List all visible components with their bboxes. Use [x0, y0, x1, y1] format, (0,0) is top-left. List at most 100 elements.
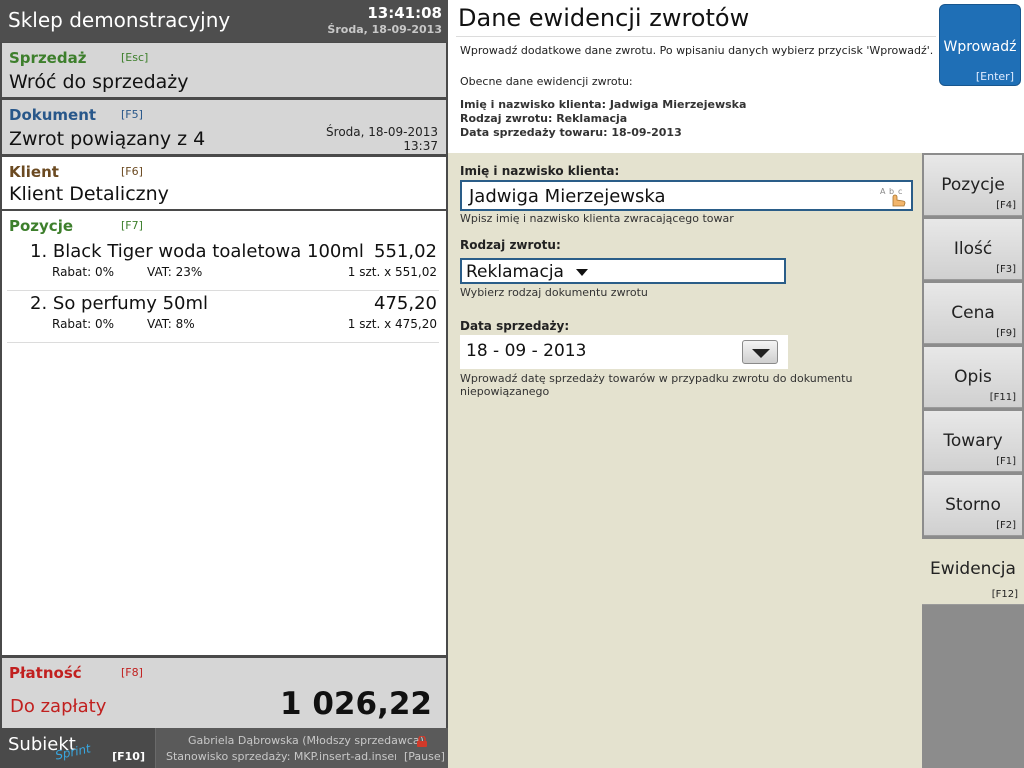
list-item[interactable]: 2. So perfumy 50ml 475,20 Rabat: 0% VAT:… — [7, 291, 439, 343]
name-hint: Wpisz imię i nazwisko klienta zwracające… — [460, 212, 734, 225]
shortcut-key: [F2] — [996, 520, 1016, 531]
section-caption: Sprzedaż — [9, 49, 87, 67]
chevron-down-icon — [752, 349, 770, 358]
item-vat: VAT: 23% — [147, 265, 203, 279]
document-time: 13:37 — [403, 139, 438, 153]
date-label: Data sprzedaży: — [460, 319, 570, 333]
tab-label: Ewidencja — [930, 559, 1016, 579]
tab-label: Storno — [945, 495, 1001, 515]
svg-text:b: b — [889, 187, 894, 196]
tab-label: Ilość — [953, 239, 993, 259]
shortcut-key: [F11] — [989, 392, 1016, 403]
info-line: Imię i nazwisko klienta: Jadwiga Mierzej… — [460, 98, 747, 111]
section-caption: Płatność — [9, 664, 82, 682]
info-line: Data sprzedaży towaru: 18-09-2013 — [460, 126, 682, 139]
sale-date-picker[interactable]: 18 - 09 - 2013 — [460, 335, 788, 369]
left-panel: Sklep demonstracyjny 13:41:08 Środa, 18-… — [0, 0, 448, 768]
tab-cena[interactable]: Cena [F9] — [924, 283, 1022, 344]
client-name-value: Jadwiga Mierzejewska — [469, 186, 666, 207]
current-data-label: Obecne dane ewidencji zwrotu: — [460, 75, 633, 88]
section-dokument[interactable]: Dokument [F5] Zwrot powiązany z 4 Środa,… — [2, 100, 446, 154]
enter-button-label: Wprowadź — [943, 39, 1017, 55]
tab-ewidencja[interactable]: Ewidencja [F12] — [922, 539, 1024, 605]
shortcut-key: [F1] — [996, 456, 1016, 467]
svg-text:c: c — [898, 187, 902, 196]
return-type-select[interactable]: Reklamacja — [460, 258, 786, 284]
item-quantity: 1 szt. x 475,20 — [347, 317, 437, 331]
shortcut-key: [F8] — [121, 666, 143, 679]
shortcut-key: [Enter] — [975, 70, 1014, 83]
right-panel: Dane ewidencji zwrotów Wprowadź dodatkow… — [448, 0, 1024, 768]
amount-due-label: Do zapłaty — [10, 696, 107, 717]
shortcut-key: [F9] — [996, 328, 1016, 339]
return-type-value: Reklamacja — [466, 262, 564, 282]
section-sprzedaz[interactable]: Sprzedaż [Esc] Wróć do sprzedaży — [2, 43, 446, 97]
current-date: Środa, 18-09-2013 — [327, 23, 442, 36]
sale-date-value: 18 - 09 - 2013 — [466, 341, 587, 361]
station-name: Stanowisko sprzedaży: MKP.insert-ad.inse… — [166, 750, 396, 763]
item-discount: Rabat: 0% — [52, 265, 114, 279]
tab-towary[interactable]: Towary [F1] — [924, 411, 1022, 472]
date-hint: Wprowadź datę sprzedaży towarów w przypa… — [460, 372, 853, 398]
clock: 13:41:08 — [367, 4, 442, 22]
section-value: Zwrot powiązany z 4 — [9, 128, 206, 150]
item-discount: Rabat: 0% — [52, 317, 114, 331]
shortcut-key: [F7] — [121, 219, 143, 232]
shortcut-key: [F5] — [121, 108, 143, 121]
document-date: Środa, 18-09-2013 — [326, 125, 438, 139]
item-price: 551,02 — [374, 241, 437, 262]
section-pozycje: Pozycje [F7] 1. Black Tiger woda toaleto… — [2, 211, 446, 655]
tab-ilosc[interactable]: Ilość [F3] — [924, 219, 1022, 280]
section-caption: Dokument — [9, 106, 97, 124]
return-form: Imię i nazwisko klienta: Jadwiga Mierzej… — [448, 153, 922, 768]
page-title: Dane ewidencji zwrotów — [458, 4, 750, 32]
item-name: 1. Black Tiger woda toaletowa 100ml — [30, 241, 364, 262]
date-dropdown-button[interactable] — [742, 340, 778, 364]
name-label: Imię i nazwisko klienta: — [460, 164, 620, 178]
divider — [456, 36, 936, 37]
tab-pozycje[interactable]: Pozycje [F4] — [924, 155, 1022, 216]
enter-button[interactable]: Wprowadź [Enter] — [939, 4, 1021, 86]
amount-due-total: 1 026,22 — [280, 686, 432, 722]
keyboard-icon[interactable]: A b c — [879, 185, 907, 207]
shortcut-key: [F12] — [991, 589, 1018, 600]
lock-icon[interactable] — [416, 736, 428, 747]
section-value: Klient Detaliczny — [9, 183, 169, 205]
client-name-input[interactable]: Jadwiga Mierzejewska A b c — [460, 180, 913, 211]
user-name: Gabriela Dąbrowska (Młodszy sprzedawca) — [188, 734, 424, 747]
tab-opis[interactable]: Opis [F11] — [924, 347, 1022, 408]
section-value: Wróć do sprzedaży — [9, 71, 189, 93]
type-hint: Wybierz rodzaj dokumentu zwrotu — [460, 286, 648, 299]
tab-label: Opis — [954, 367, 992, 387]
tab-label: Towary — [943, 431, 1003, 451]
type-label: Rodzaj zwrotu: — [460, 238, 561, 252]
info-line: Rodzaj zwrotu: Reklamacja — [460, 112, 628, 125]
dialog-header: Dane ewidencji zwrotów Wprowadź dodatkow… — [448, 0, 1024, 153]
section-platnosc[interactable]: Płatność [F8] Do zapłaty 1 026,22 — [2, 658, 446, 728]
store-name: Sklep demonstracyjny — [8, 8, 231, 32]
store-header: Sklep demonstracyjny 13:41:08 Środa, 18-… — [0, 0, 448, 42]
tab-label: Cena — [951, 303, 995, 323]
list-item[interactable]: 1. Black Tiger woda toaletowa 100ml 551,… — [7, 239, 439, 291]
status-bar: Subiekt Sprint [F10] Gabriela Dąbrowska … — [0, 728, 448, 768]
item-price: 475,20 — [374, 293, 437, 314]
shortcut-key: [F10] — [112, 750, 145, 763]
shortcut-key: [F6] — [121, 165, 143, 178]
tab-label: Pozycje — [941, 175, 1005, 195]
chevron-down-icon — [576, 269, 588, 276]
item-name: 2. So perfumy 50ml — [30, 293, 209, 314]
item-vat: VAT: 8% — [147, 317, 195, 331]
shortcut-key: [Esc] — [121, 51, 149, 64]
app-logo-button[interactable]: Subiekt Sprint [F10] — [0, 728, 156, 768]
instruction-text: Wprowadź dodatkowe dane zwrotu. Po wpisa… — [460, 44, 934, 57]
section-caption: Pozycje — [9, 217, 74, 235]
svg-text:A: A — [880, 187, 886, 196]
shortcut-key: [F3] — [996, 264, 1016, 275]
section-caption: Klient — [9, 163, 59, 181]
side-tabs: Pozycje [F4] Ilość [F3] Cena [F9] Opis [… — [922, 153, 1024, 768]
pause-key[interactable]: [Pause] — [404, 750, 445, 763]
section-klient[interactable]: Klient [F6] Klient Detaliczny — [2, 157, 446, 209]
tab-storno[interactable]: Storno [F2] — [924, 475, 1022, 536]
shortcut-key: [F4] — [996, 200, 1016, 211]
item-quantity: 1 szt. x 551,02 — [347, 265, 437, 279]
